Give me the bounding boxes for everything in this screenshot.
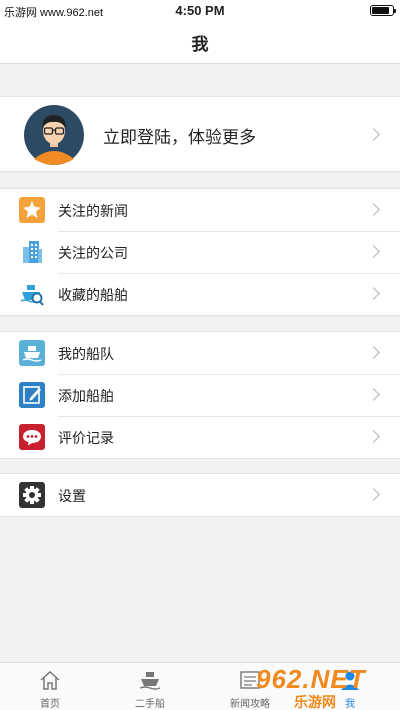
site-watermark: 962.NET 乐游网	[246, 664, 396, 710]
battery-icon	[370, 5, 396, 16]
chevron-right-icon	[367, 128, 380, 141]
chevron-right-icon	[367, 203, 380, 216]
menu-item-review-history[interactable]: 评价记录	[0, 416, 400, 458]
chevron-right-icon	[367, 488, 380, 501]
menu-item-add-ship[interactable]: 添加船舶	[0, 374, 400, 416]
chevron-right-icon	[367, 430, 380, 443]
ship-search-icon	[20, 285, 44, 306]
menu-item-label: 添加船舶	[58, 388, 114, 404]
comment-icon	[19, 424, 45, 450]
star-icon	[19, 197, 45, 223]
chevron-right-icon	[367, 346, 380, 359]
menu-item-settings[interactable]: 设置	[0, 474, 400, 516]
menu-item-label: 我的船队	[58, 346, 114, 362]
chevron-right-icon	[367, 388, 380, 401]
gear-icon	[19, 482, 45, 508]
tab-used-ships[interactable]: 二手船	[100, 663, 200, 710]
menu-item-label: 设置	[58, 488, 86, 504]
ship-icon	[139, 672, 161, 690]
tab-label: 首页	[40, 699, 60, 710]
login-row[interactable]: 立即登陆，体验更多	[0, 96, 400, 172]
building-icon	[23, 241, 42, 263]
menu-item-followed-companies[interactable]: 关注的公司	[0, 231, 400, 273]
chevron-right-icon	[367, 287, 380, 300]
tab-label: 二手船	[135, 699, 165, 710]
menu-item-label: 关注的公司	[58, 245, 128, 261]
menu-item-label: 关注的新闻	[58, 203, 128, 219]
menu-group-ships: 我的船队 添加船舶 评价记录	[0, 331, 400, 459]
home-icon	[40, 670, 60, 690]
watermark-logo: 962.NET	[256, 664, 366, 694]
menu-group-follow: 关注的新闻 关注的公司 收藏的船舶	[0, 188, 400, 316]
login-prompt: 立即登陆，体验更多	[103, 128, 256, 147]
avatar	[24, 105, 84, 165]
tab-home[interactable]: 首页	[0, 663, 100, 710]
menu-item-label: 收藏的船舶	[58, 287, 128, 303]
page-title: 我	[0, 22, 400, 64]
menu-item-my-fleet[interactable]: 我的船队	[0, 332, 400, 374]
menu-group-settings: 设置	[0, 473, 400, 517]
menu-item-saved-ships[interactable]: 收藏的船舶	[0, 273, 400, 315]
watermark-sitename: 乐游网	[294, 694, 336, 710]
status-time: 4:50 PM	[175, 3, 225, 18]
menu-item-followed-news[interactable]: 关注的新闻	[0, 189, 400, 231]
edit-icon	[19, 382, 45, 408]
menu-item-label: 评价记录	[58, 430, 114, 446]
fleet-icon	[19, 340, 45, 366]
status-bar: 乐游网 www.962.net 4:50 PM	[0, 0, 400, 22]
chevron-right-icon	[367, 245, 380, 258]
